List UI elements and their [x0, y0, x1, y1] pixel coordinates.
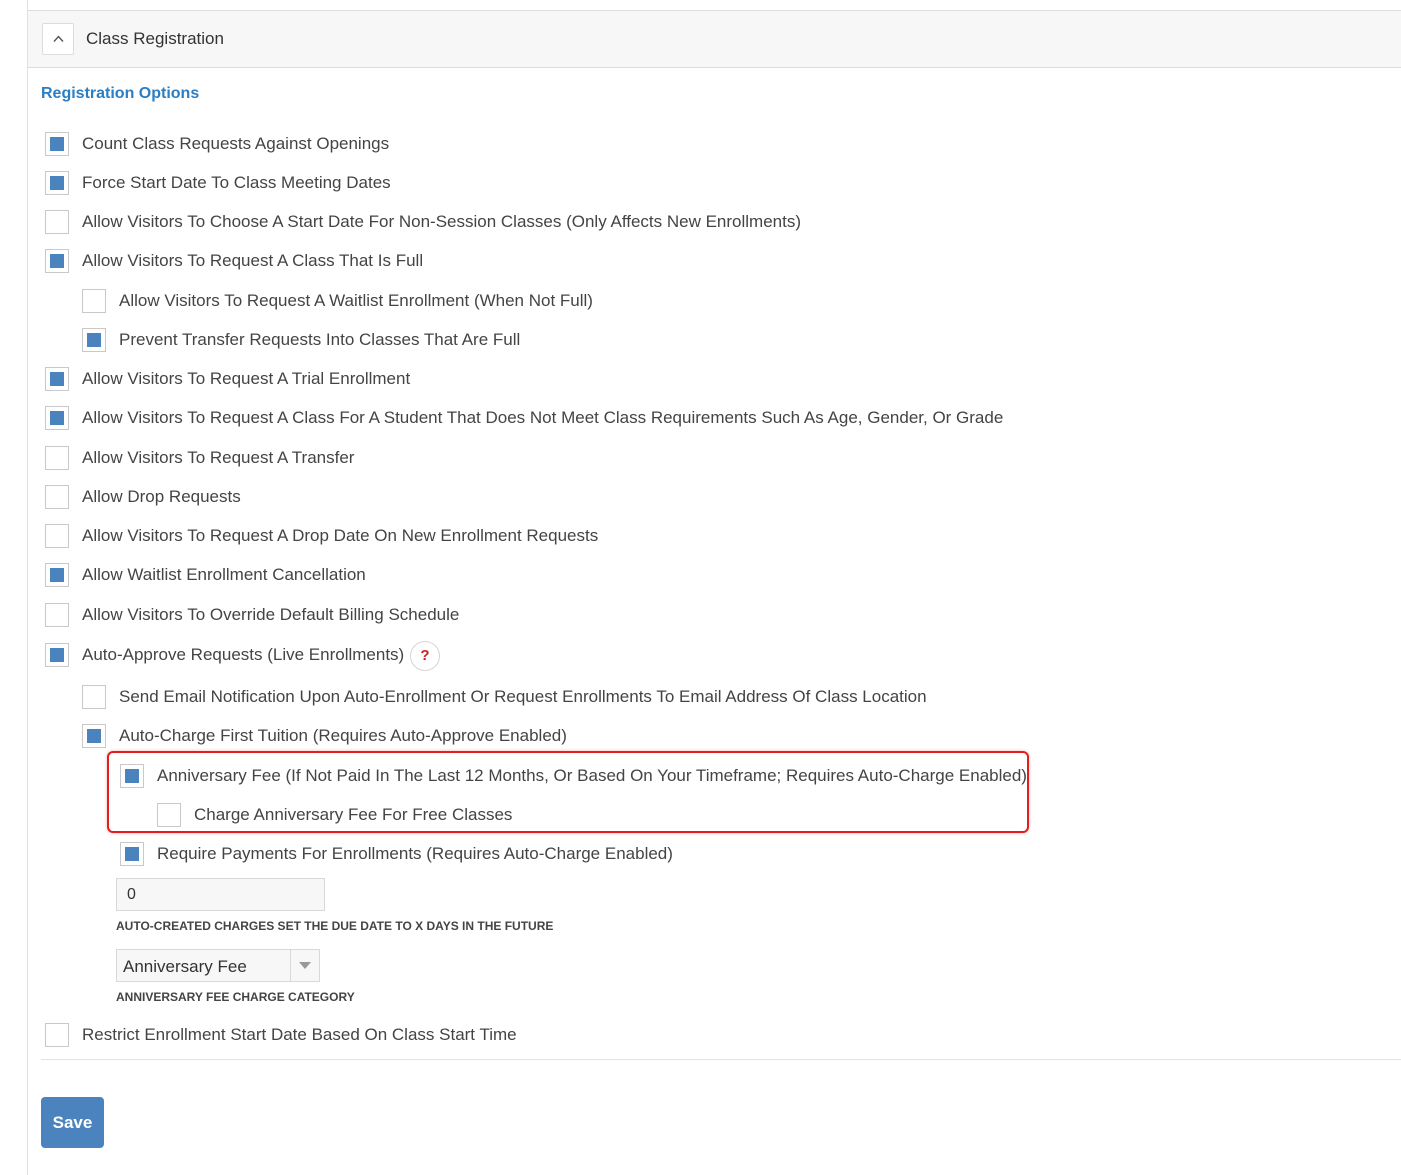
- option-label: Force Start Date To Class Meeting Dates: [82, 173, 391, 192]
- option-label: Allow Visitors To Request A Waitlist Enr…: [119, 291, 593, 310]
- fee-category-value: Anniversary Fee: [123, 957, 247, 976]
- option-label: Allow Visitors To Request A Class That I…: [82, 251, 424, 270]
- option-label: Allow Visitors To Request A Class For A …: [82, 408, 1004, 427]
- collapse-button[interactable]: [42, 23, 74, 55]
- option-label: Allow Visitors To Override Default Billi…: [82, 605, 460, 624]
- option-label: Auto-Charge First Tuition (Requires Auto…: [119, 726, 567, 745]
- checkbox[interactable]: [82, 289, 106, 313]
- option-label: Prevent Transfer Requests Into Classes T…: [119, 330, 521, 349]
- option-label: Allow Visitors To Choose A Start Date Fo…: [82, 212, 802, 231]
- checkbox[interactable]: [120, 842, 144, 866]
- caret-down-icon: [299, 962, 311, 969]
- fee-category-select[interactable]: Anniversary Fee: [116, 949, 320, 982]
- save-button[interactable]: Save: [41, 1097, 104, 1148]
- checkbox[interactable]: [45, 603, 69, 627]
- option-label: Send Email Notification Upon Auto-Enroll…: [119, 687, 927, 706]
- option-label: Allow Waitlist Enrollment Cancellation: [82, 565, 366, 584]
- fee-category-caption: ANNIVERSARY FEE CHARGE CATEGORY: [116, 990, 355, 1004]
- checkbox[interactable]: [45, 210, 69, 234]
- checkbox[interactable]: [45, 132, 69, 156]
- panel-title: Class Registration: [86, 29, 224, 48]
- checkbox[interactable]: [45, 643, 69, 667]
- due-days-input[interactable]: [116, 878, 325, 911]
- panel-left-border: [27, 0, 28, 1175]
- option-label: Count Class Requests Against Openings: [82, 134, 390, 153]
- divider: [41, 1059, 1401, 1060]
- checkbox[interactable]: [45, 446, 69, 470]
- checkbox[interactable]: [157, 803, 181, 827]
- checkbox[interactable]: [45, 485, 69, 509]
- checkbox[interactable]: [120, 764, 144, 788]
- checkbox[interactable]: [82, 685, 106, 709]
- option-label: Allow Visitors To Request A Drop Date On…: [82, 526, 599, 545]
- option-label: Require Payments For Enrollments (Requir…: [157, 844, 673, 863]
- checkbox[interactable]: [82, 724, 106, 748]
- option-label: Allow Visitors To Request A Transfer: [82, 448, 355, 467]
- option-label: Anniversary Fee (If Not Paid In The Last…: [157, 766, 1027, 785]
- due-days-caption: AUTO-CREATED CHARGES SET THE DUE DATE TO…: [116, 919, 554, 933]
- option-label: Auto-Approve Requests (Live Enrollments): [82, 645, 405, 664]
- checkbox[interactable]: [45, 1023, 69, 1047]
- checkbox[interactable]: [45, 406, 69, 430]
- section-title: Registration Options: [41, 85, 200, 102]
- checkbox[interactable]: [45, 249, 69, 273]
- option-label: Allow Drop Requests: [82, 487, 241, 506]
- checkbox[interactable]: [45, 367, 69, 391]
- chevron-up-icon: [53, 35, 64, 42]
- checkbox[interactable]: [45, 524, 69, 548]
- option-label: Allow Visitors To Request A Trial Enroll…: [82, 369, 411, 388]
- option-label: Restrict Enrollment Start Date Based On …: [82, 1025, 517, 1044]
- dropdown-toggle[interactable]: [290, 950, 319, 981]
- checkbox[interactable]: [82, 328, 106, 352]
- checkbox[interactable]: [45, 563, 69, 587]
- checkbox[interactable]: [45, 171, 69, 195]
- panel-header[interactable]: Class Registration: [28, 10, 1401, 68]
- option-label: Charge Anniversary Fee For Free Classes: [194, 805, 513, 824]
- question-circle-icon[interactable]: ?: [410, 641, 440, 671]
